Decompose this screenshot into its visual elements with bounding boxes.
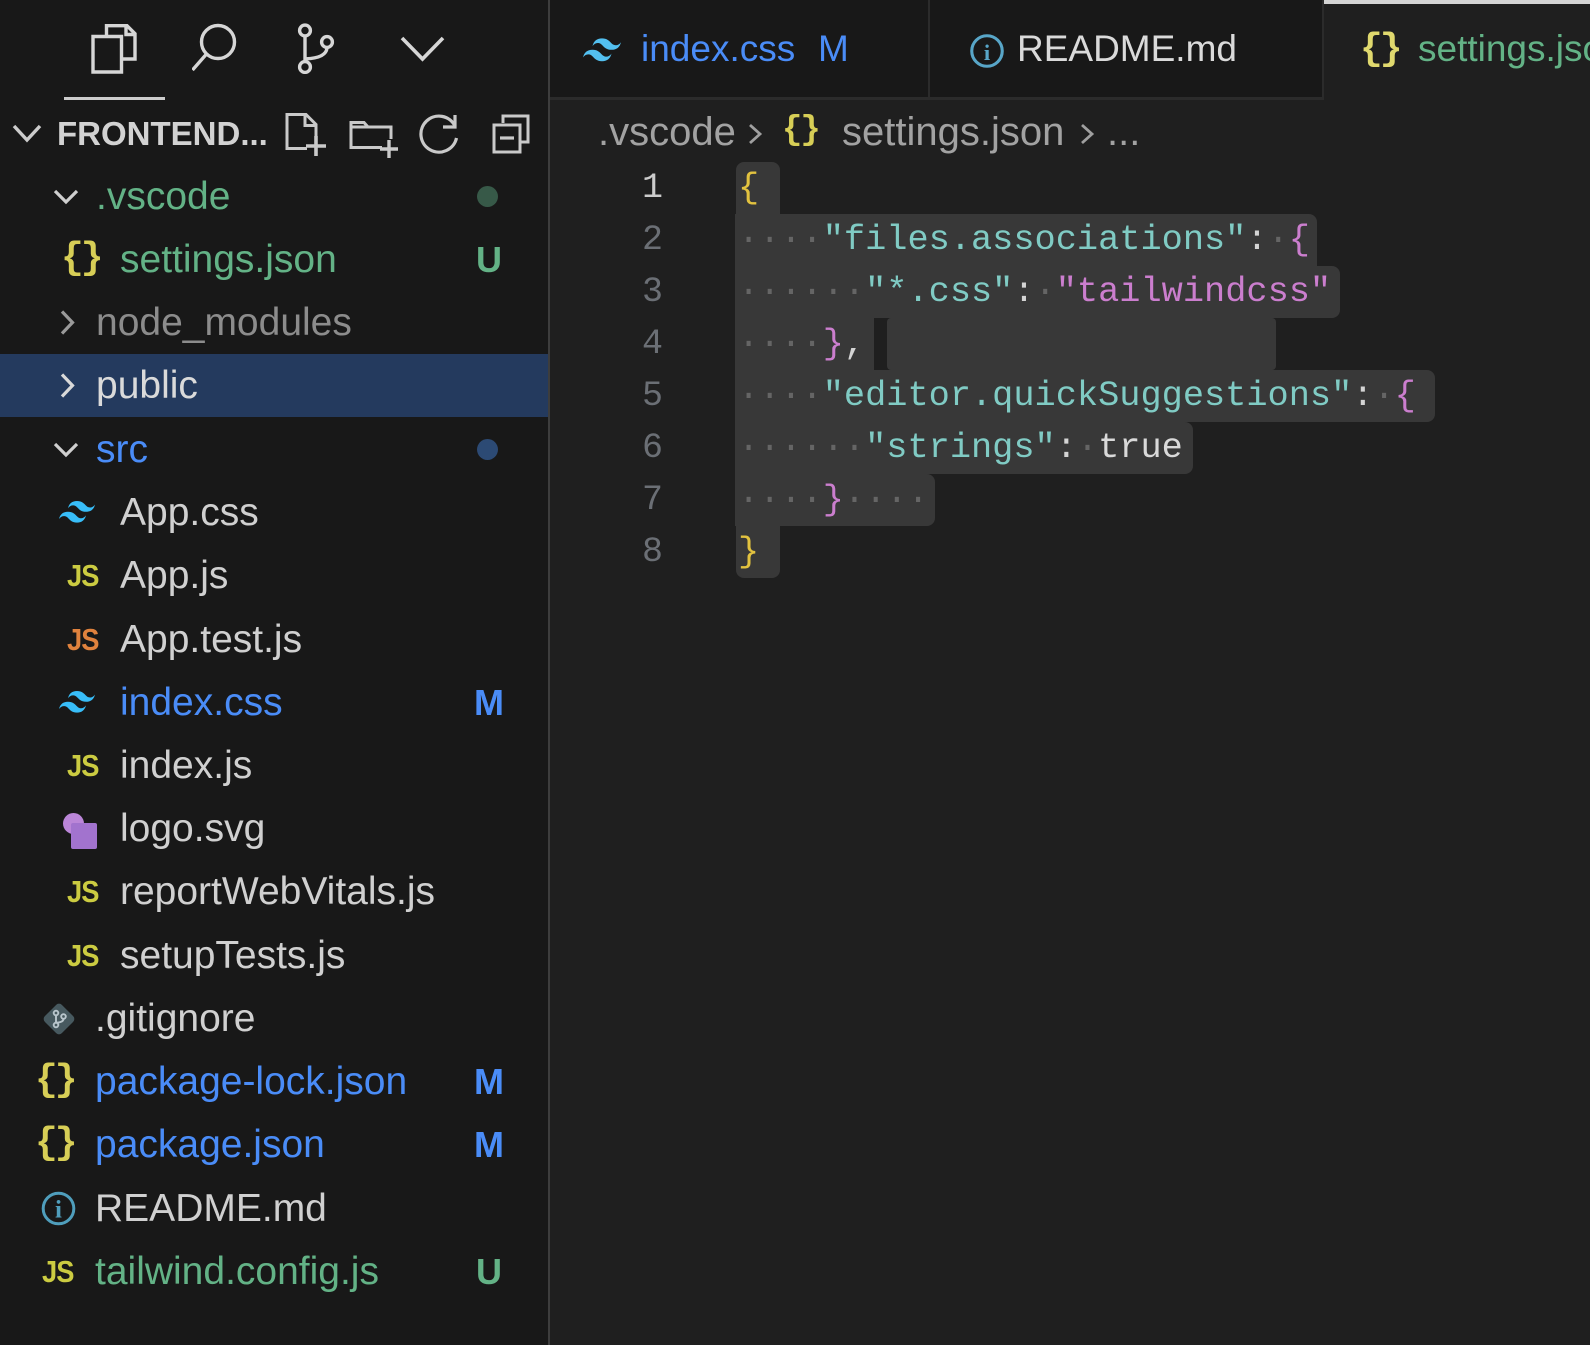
- svg-text:i: i: [55, 1196, 62, 1223]
- svg-text:i: i: [984, 40, 990, 65]
